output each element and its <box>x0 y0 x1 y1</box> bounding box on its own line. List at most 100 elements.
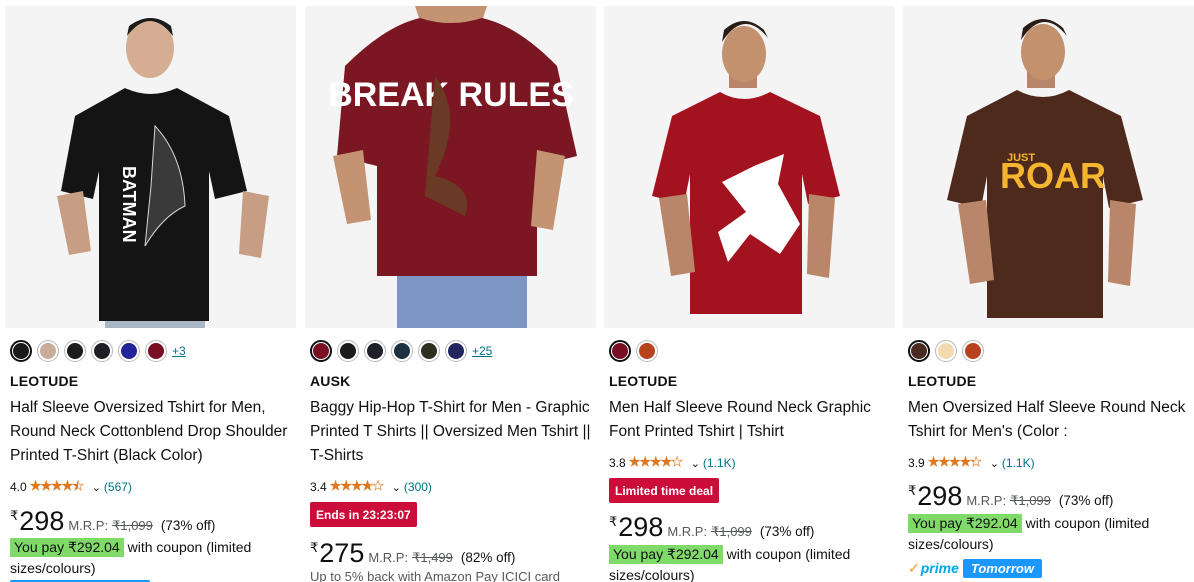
mrp-value: ₹1,099 <box>1010 493 1051 508</box>
product-title[interactable]: Men Half Sleeve Round Neck Graphic Font … <box>609 396 892 444</box>
color-swatch[interactable] <box>962 340 984 362</box>
product-image[interactable] <box>604 6 895 328</box>
more-colors-link[interactable]: +25 <box>472 344 492 358</box>
you-pay-badge: You pay ₹292.04 <box>10 538 124 557</box>
chevron-down-icon[interactable]: ⌄ <box>392 481 401 494</box>
product-photo: JUST ROAR <box>903 6 1194 328</box>
color-swatch[interactable] <box>310 340 332 362</box>
color-swatch[interactable] <box>935 340 957 362</box>
star-rating[interactable]: ★★★★★ ★★★★★ <box>329 478 390 494</box>
product-title[interactable]: Half Sleeve Oversized Tshirt for Men, Ro… <box>10 396 293 468</box>
color-swatch[interactable] <box>418 340 440 362</box>
chevron-down-icon[interactable]: ⌄ <box>990 457 999 470</box>
currency-symbol: ₹ <box>310 540 319 555</box>
color-swatch[interactable] <box>118 340 140 362</box>
mrp-label: M.R.P: <box>667 524 708 539</box>
product-card[interactable]: JUST ROAR LEOTUDE Men Oversized Half Sle… <box>903 6 1194 582</box>
color-swatch[interactable] <box>337 340 359 362</box>
star-rating[interactable]: ★★★★★ ★★★★★ <box>29 478 90 494</box>
brand-name: LEOTUDE <box>10 373 79 389</box>
product-image[interactable]: JUST ROAR <box>903 6 1194 328</box>
stars-filled: ★★★★★ <box>628 454 675 469</box>
color-swatch[interactable] <box>908 340 930 362</box>
color-swatch[interactable] <box>364 340 386 362</box>
swatch-color <box>148 343 164 359</box>
swatch-color <box>965 343 981 359</box>
color-swatch[interactable] <box>10 340 32 362</box>
cashback-offer: Up to 5% back with Amazon Pay ICICI card <box>310 569 560 582</box>
price-row: ₹ 298 M.R.P: ₹1,099 (73% off) <box>10 506 215 537</box>
product-card[interactable]: BREAK RULES +25 AUSK Baggy Hip-Hop T-Shi… <box>305 6 596 582</box>
product-image[interactable]: BATMAN <box>5 6 296 328</box>
rating-row: 3.4 ★★★★★ ★★★★★ ⌄ (300) <box>310 478 432 495</box>
price-row: ₹ 298 M.R.P: ₹1,099 (73% off) <box>609 512 814 543</box>
swatch-color <box>67 343 83 359</box>
product-photo: BREAK RULES <box>305 6 596 328</box>
chevron-down-icon[interactable]: ⌄ <box>92 481 101 494</box>
swatch-color <box>911 343 927 359</box>
product-card[interactable]: LEOTUDE Men Half Sleeve Round Neck Graph… <box>604 6 895 582</box>
swatch-color <box>612 343 628 359</box>
review-count[interactable]: (1.1K) <box>703 456 736 470</box>
more-colors-link[interactable]: +3 <box>172 344 186 358</box>
rating-row: 3.8 ★★★★★ ★★★★★ ⌄ (1.1K) <box>609 454 736 471</box>
rating-value: 4.0 <box>10 480 27 494</box>
brand-name: AUSK <box>310 373 351 389</box>
color-swatch[interactable] <box>64 340 86 362</box>
color-swatch[interactable] <box>391 340 413 362</box>
color-swatch[interactable] <box>145 340 167 362</box>
mrp-label: M.R.P: <box>966 493 1007 508</box>
swatch-color <box>340 343 356 359</box>
prime-delivery: ✓ prime Tomorrow <box>908 557 1042 579</box>
swatch-color <box>639 343 655 359</box>
mrp-value: ₹1,099 <box>112 518 153 533</box>
color-swatches <box>908 340 989 362</box>
currency-symbol: ₹ <box>908 483 917 498</box>
color-swatch[interactable] <box>445 340 467 362</box>
product-photo <box>604 6 895 328</box>
delivery-tomorrow-badge: Tomorrow <box>962 558 1042 578</box>
star-rating[interactable]: ★★★★★ ★★★★★ <box>628 454 689 470</box>
star-rating[interactable]: ★★★★★ ★★★★★ <box>927 454 988 470</box>
price: 298 <box>19 506 65 536</box>
review-count[interactable]: (1.1K) <box>1002 456 1035 470</box>
deal-badge: Ends in 23:23:07 <box>310 502 417 527</box>
product-image[interactable]: BREAK RULES <box>305 6 596 328</box>
brand-name: LEOTUDE <box>609 373 678 389</box>
price: 298 <box>618 512 664 542</box>
swatch-color <box>367 343 383 359</box>
color-swatches: +3 <box>10 340 186 362</box>
color-swatch[interactable] <box>636 340 658 362</box>
coupon-text: You pay ₹292.04 with coupon (limited siz… <box>609 544 892 582</box>
chevron-down-icon[interactable]: ⌄ <box>691 457 700 470</box>
mrp-label: M.R.P: <box>68 518 109 533</box>
color-swatch[interactable] <box>37 340 59 362</box>
color-swatch[interactable] <box>609 340 631 362</box>
rating-row: 4.0 ★★★★★ ★★★★★ ⌄ (567) <box>10 478 132 495</box>
mrp-value: ₹1,499 <box>412 550 453 565</box>
price-row: ₹ 298 M.R.P: ₹1,099 (73% off) <box>908 481 1113 512</box>
discount: (73% off) <box>160 518 216 533</box>
currency-symbol: ₹ <box>10 508 19 523</box>
stars-filled: ★★★★★ <box>927 454 975 469</box>
prime-check-icon: ✓ <box>908 559 920 576</box>
currency-symbol: ₹ <box>609 514 618 529</box>
review-count[interactable]: (300) <box>404 480 432 494</box>
price-row: ₹ 275 M.R.P: ₹1,499 (82% off) <box>310 538 515 569</box>
swatch-color <box>121 343 137 359</box>
swatch-color <box>938 343 954 359</box>
product-card[interactable]: BATMAN +3 LEOTUDE Half Sleeve Oversized … <box>5 6 296 582</box>
swatch-color <box>313 343 329 359</box>
print-text: BREAK RULES <box>328 76 574 114</box>
rating-value: 3.9 <box>908 456 925 470</box>
rating-value: 3.4 <box>310 480 327 494</box>
swatch-color <box>13 343 29 359</box>
product-title[interactable]: Baggy Hip-Hop T-Shirt for Men - Graphic … <box>310 396 593 468</box>
review-count[interactable]: (567) <box>104 480 132 494</box>
swatch-color <box>394 343 410 359</box>
color-swatches <box>609 340 663 362</box>
color-swatches: +25 <box>310 340 492 362</box>
color-swatch[interactable] <box>91 340 113 362</box>
product-title[interactable]: Men Oversized Half Sleeve Round Neck Tsh… <box>908 396 1191 444</box>
swatch-color <box>448 343 464 359</box>
